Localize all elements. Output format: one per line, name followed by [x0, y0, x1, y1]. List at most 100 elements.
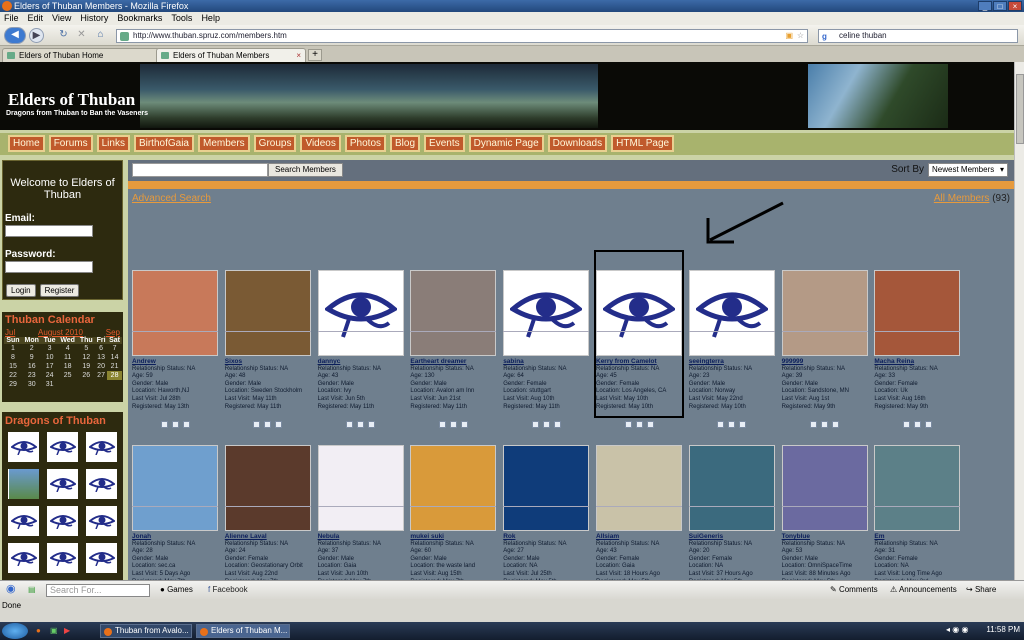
dragon-thumbnail[interactable]: [47, 543, 78, 573]
facebook-link[interactable]: f Facebook: [208, 585, 248, 594]
calendar-day[interactable]: 28: [107, 371, 122, 380]
menu-file[interactable]: File: [4, 12, 19, 25]
toolbar-dropdown-icon[interactable]: ▤: [28, 585, 36, 594]
dragon-thumbnail[interactable]: [86, 506, 117, 536]
menu-history[interactable]: History: [80, 12, 108, 25]
calendar-day[interactable]: 22: [4, 371, 22, 380]
tab-members[interactable]: Elders of Thuban Members ×: [156, 48, 306, 62]
member-name-link[interactable]: Macha Reina: [874, 358, 962, 366]
all-members-link[interactable]: All Members: [934, 193, 990, 204]
member-name-link[interactable]: Tonyblue: [782, 533, 870, 541]
dragon-thumbnail[interactable]: [47, 469, 78, 499]
calendar-day[interactable]: 7: [107, 344, 122, 353]
member-card[interactable]: Em Relationship Status: NA Age: 31 Gender: …: [874, 445, 962, 580]
message-icon[interactable]: [542, 421, 550, 429]
member-card[interactable]: Tonyblue Relationship Status: NA Age: 53 Ge…: [781, 445, 870, 580]
profile-icon[interactable]: [368, 421, 376, 429]
member-photo[interactable]: [224, 445, 311, 531]
calendar-day[interactable]: 14: [107, 353, 122, 362]
calendar-day[interactable]: 12: [78, 353, 95, 362]
star-icon[interactable]: ☆: [797, 30, 804, 42]
message-icon[interactable]: [821, 421, 829, 429]
message-icon[interactable]: [635, 421, 643, 429]
scrollbar-thumb[interactable]: [1016, 74, 1024, 144]
member-name-link[interactable]: Eartheart dreamer: [410, 358, 498, 366]
message-icon[interactable]: [449, 421, 457, 429]
member-photo[interactable]: [317, 445, 404, 531]
nav-forums[interactable]: Forums: [48, 135, 93, 152]
member-card[interactable]: sabina Relationship Status: NA Age: 64 Gend…: [503, 270, 591, 429]
calendar-day[interactable]: 8: [4, 353, 22, 362]
nav-dynamic-page[interactable]: Dynamic Page: [468, 135, 544, 152]
menu-tools[interactable]: Tools: [171, 12, 192, 25]
dragon-thumbnail[interactable]: [86, 543, 117, 573]
calendar-day[interactable]: 2: [22, 344, 42, 353]
member-card[interactable]: Alienne Laval Relationship Status: NA Age:…: [224, 445, 313, 580]
add-friend-icon[interactable]: [253, 421, 261, 429]
member-photo[interactable]: [410, 270, 497, 356]
calendar-day[interactable]: 26: [78, 371, 95, 380]
add-friend-icon[interactable]: [346, 421, 354, 429]
firefox-quicklaunch-icon[interactable]: ●: [36, 626, 41, 635]
add-friend-icon[interactable]: [160, 421, 168, 429]
dragon-thumbnail[interactable]: [8, 506, 39, 536]
menu-help[interactable]: Help: [201, 12, 220, 25]
calendar-day[interactable]: 13: [95, 353, 107, 362]
member-card[interactable]: Andrew Relationship Status: NA Age: 59 Gend…: [132, 270, 220, 429]
calendar-day[interactable]: 17: [42, 362, 58, 371]
back-button[interactable]: ◀: [4, 27, 26, 44]
member-name-link[interactable]: SuiGeneris: [689, 533, 777, 541]
member-card[interactable]: seeingterra Relationship Status: NA Age: 2…: [688, 270, 777, 429]
member-name-link[interactable]: Sixos: [225, 358, 313, 366]
profile-icon[interactable]: [646, 421, 654, 429]
dragon-thumbnail[interactable]: [86, 469, 117, 499]
profile-icon[interactable]: [553, 421, 561, 429]
calendar-day[interactable]: 9: [22, 353, 42, 362]
add-friend-icon[interactable]: [531, 421, 539, 429]
member-card[interactable]: Sixos Relationship Status: NA Age: 48 Gende…: [224, 270, 313, 429]
nav-html-page[interactable]: HTML Page: [611, 135, 675, 152]
calendar-day[interactable]: 29: [4, 380, 22, 389]
profile-icon[interactable]: [832, 421, 840, 429]
calendar-day[interactable]: 23: [22, 371, 42, 380]
message-icon[interactable]: [264, 421, 272, 429]
calendar-day[interactable]: 27: [95, 371, 107, 380]
register-button[interactable]: Register: [39, 284, 80, 297]
add-friend-icon[interactable]: [810, 421, 818, 429]
member-photo[interactable]: [317, 270, 404, 356]
toolbar-logo-icon[interactable]: ◉: [6, 582, 16, 595]
member-name-link[interactable]: Rok: [503, 533, 591, 541]
calendar-day[interactable]: 18: [58, 362, 78, 371]
calendar-month[interactable]: August 2010: [38, 328, 83, 337]
member-photo[interactable]: [781, 445, 868, 531]
member-name-link[interactable]: Allsiam: [596, 533, 684, 541]
member-photo[interactable]: [410, 445, 497, 531]
nav-videos[interactable]: Videos: [300, 135, 341, 152]
profile-icon[interactable]: [275, 421, 283, 429]
nav-downloads[interactable]: Downloads: [547, 135, 608, 152]
calendar-day[interactable]: 6: [95, 344, 107, 353]
member-photo[interactable]: [874, 445, 961, 531]
dragon-thumbnail[interactable]: [47, 432, 78, 462]
games-link[interactable]: ● Games: [160, 585, 193, 594]
calendar-day[interactable]: 15: [4, 362, 22, 371]
calendar-day[interactable]: 1: [4, 344, 22, 353]
add-friend-icon[interactable]: [438, 421, 446, 429]
member-photo[interactable]: [688, 445, 775, 531]
calendar-day[interactable]: 20: [95, 362, 107, 371]
calendar-day[interactable]: 24: [42, 371, 58, 380]
search-members-button[interactable]: Search Members: [268, 163, 343, 177]
member-photo[interactable]: [503, 270, 590, 356]
home-icon[interactable]: ⌂: [93, 28, 108, 43]
calendar-next[interactable]: Sep: [106, 328, 120, 337]
member-name-link[interactable]: Andrew: [132, 358, 220, 366]
password-field[interactable]: [5, 261, 93, 273]
calendar-day[interactable]: 11: [58, 353, 78, 362]
nav-photos[interactable]: Photos: [344, 135, 387, 152]
member-card[interactable]: mukei suki Relationship Status: NA Age: 60…: [410, 445, 498, 580]
rss-icon[interactable]: ▣: [785, 30, 793, 42]
reload-icon[interactable]: ↻: [56, 28, 71, 43]
member-name-link[interactable]: Jonah: [132, 533, 220, 541]
member-name-link[interactable]: mukei suki: [410, 533, 498, 541]
member-search-input[interactable]: [132, 163, 268, 177]
